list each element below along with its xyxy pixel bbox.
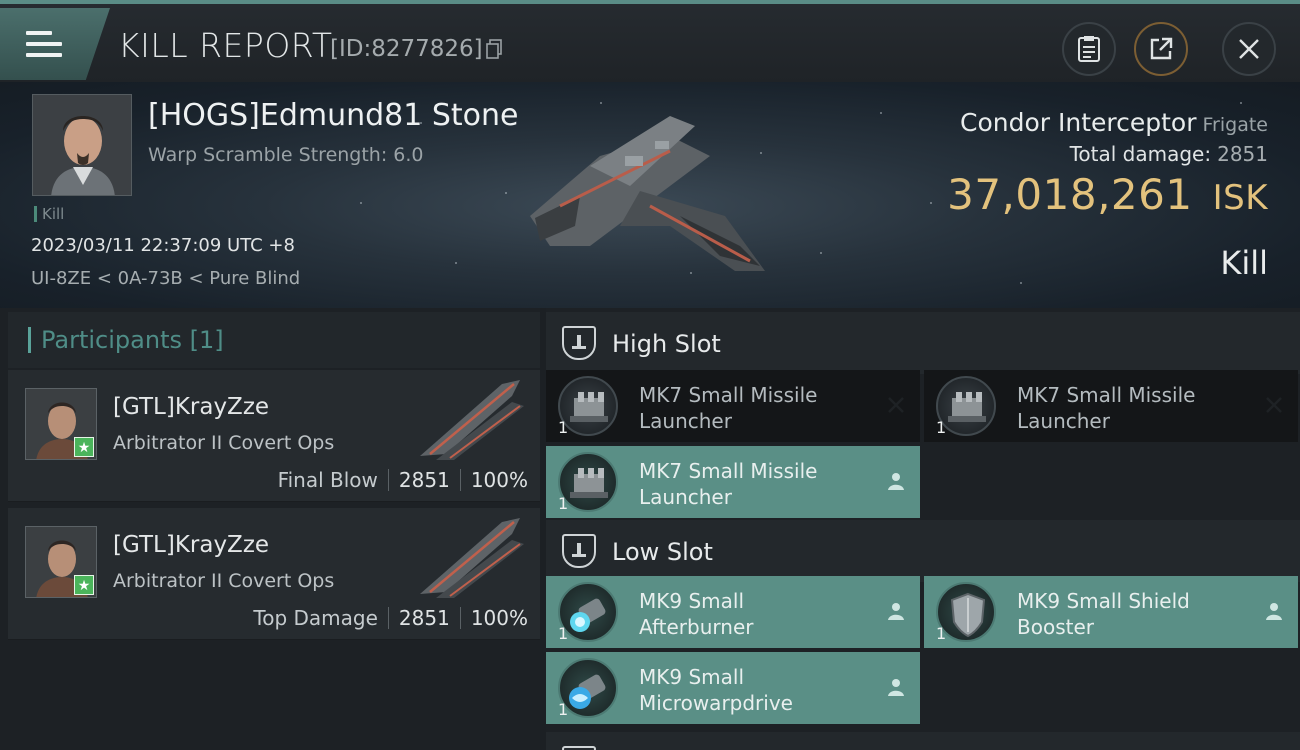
module-name-line: MK9 Small (639, 589, 744, 613)
participant-name[interactable]: [GTL]KrayZze (113, 532, 269, 558)
share-icon (1150, 37, 1173, 60)
participant-name[interactable]: [GTL]KrayZze (113, 394, 269, 420)
warp-scramble-strength: Warp Scramble Strength: 6.0 (148, 144, 424, 166)
person-icon (1266, 603, 1282, 620)
participant-row[interactable]: ★ [GTL]KrayZze Arbitrator II Covert Ops … (8, 370, 540, 502)
module-quantity: 1 (558, 700, 569, 719)
copy-icon[interactable] (486, 39, 503, 59)
module-slot[interactable]: 1 MK9 Small Shield Booster (924, 576, 1298, 648)
fitting-panel: High Slot 1 MK7 Small Missile Launcher 1… (546, 308, 1300, 750)
isk-value: 37,018,261 ISK (947, 170, 1268, 219)
person-icon (888, 473, 904, 490)
kill-location[interactable]: UI-8ZE < 0A-73B < Pure Blind (31, 268, 300, 289)
participant-ship-image[interactable] (416, 514, 528, 600)
module-name-line: Microwarpdrive (639, 691, 793, 715)
module-slot[interactable]: 1 MK9 Small Afterburner (546, 576, 920, 648)
module-quantity: 1 (558, 494, 569, 513)
participant-percent: 100% (470, 468, 528, 492)
participant-ship-image[interactable] (416, 376, 528, 462)
slot-icon (562, 326, 596, 360)
participant-ship: Arbitrator II Covert Ops (113, 432, 335, 454)
total-damage-label: Total damage: (1069, 142, 1212, 166)
kill-result: Kill (1220, 244, 1268, 282)
slot-icon (562, 746, 596, 750)
ship-class: Frigate (1202, 114, 1268, 136)
star-badge-icon: ★ (74, 437, 94, 457)
star-badge-icon: ★ (74, 575, 94, 595)
module-name-line: MK9 Small Shield (1017, 589, 1190, 613)
clipboard-button[interactable] (1062, 22, 1116, 76)
high-slot-label: High Slot (612, 330, 721, 358)
title-bar: KILL REPORT [ID:8277826] (0, 0, 1300, 82)
module-quantity: 1 (936, 624, 947, 643)
low-slot-label: Low Slot (612, 538, 713, 566)
participant-portrait[interactable]: ★ (25, 388, 97, 460)
module-name-line: MK7 Small Missile (1017, 383, 1196, 407)
participant-portrait[interactable]: ★ (25, 526, 97, 598)
participant-damage: 2851 (398, 468, 450, 492)
module-quantity: 1 (936, 418, 947, 437)
share-button[interactable] (1134, 22, 1188, 76)
module-name-line: MK9 Small (639, 665, 744, 689)
module-name: MK9 Small Shield Booster (1017, 588, 1257, 640)
victim-ship-name[interactable]: Condor Interceptor Frigate (960, 108, 1268, 137)
module-slot[interactable]: 1 MK9 Small Microwarpdrive (546, 652, 920, 724)
kill-tag: Kill (34, 206, 64, 222)
high-slot-header: High Slot (546, 312, 1300, 374)
isk-unit: ISK (1212, 178, 1268, 218)
module-quantity: 1 (558, 624, 569, 643)
slot-icon (562, 534, 596, 568)
module-slot[interactable]: 1 MK7 Small Missile Launcher (924, 370, 1298, 442)
module-slot[interactable]: 1 MK7 Small Missile Launcher (546, 370, 920, 442)
module-name: MK9 Small Microwarpdrive (639, 664, 879, 716)
close-icon (1239, 39, 1259, 59)
victim-portrait[interactable] (32, 94, 132, 196)
module-name: MK7 Small Missile Launcher (639, 458, 879, 510)
participant-stats: Top Damage 2851 100% (253, 606, 528, 630)
module-name-line: Booster (1017, 615, 1094, 639)
participant-stats: Final Blow 2851 100% (278, 468, 528, 492)
person-icon (888, 679, 904, 696)
total-damage-value: 2851 (1217, 142, 1268, 166)
menu-icon (26, 31, 62, 57)
module-name: MK9 Small Afterburner (639, 588, 879, 640)
participants-header[interactable]: Participants [1] (8, 312, 540, 368)
participant-ship: Arbitrator II Covert Ops (113, 570, 335, 592)
clipboard-icon (1078, 36, 1100, 62)
module-name: MK7 Small Missile Launcher (639, 382, 879, 434)
ship-type: Condor Interceptor (960, 108, 1197, 137)
module-slot[interactable]: 1 MK7 Small Missile Launcher (546, 446, 920, 518)
destroyed-x-icon (1266, 397, 1282, 413)
participants-title: Participants [1] (28, 327, 224, 353)
destroyed-x-icon (888, 397, 904, 413)
low-slot-header: Low Slot (546, 520, 1300, 582)
participant-damage: 2851 (398, 606, 450, 630)
kill-banner: [HOGS]Edmund81 Stone Warp Scramble Stren… (0, 82, 1300, 308)
module-quantity: 1 (558, 418, 569, 437)
page-title: KILL REPORT (118, 26, 333, 65)
kill-datetime: 2023/03/11 22:37:09 UTC +8 (31, 235, 295, 256)
close-button[interactable] (1222, 22, 1276, 76)
participant-percent: 100% (470, 606, 528, 630)
victim-ship-image[interactable] (520, 96, 780, 286)
victim-name[interactable]: [HOGS]Edmund81 Stone (148, 98, 519, 133)
damage-label: Top Damage (253, 606, 378, 630)
participants-panel: Participants [1] ★ [GTL]KrayZze Arbitrat… (0, 308, 540, 750)
module-name-line: Launcher (639, 409, 732, 433)
module-name: MK7 Small Missile Launcher (1017, 382, 1257, 434)
isk-amount: 37,018,261 (947, 170, 1193, 219)
kill-id: [ID:8277826] (330, 36, 483, 62)
module-name-line: MK7 Small Missile (639, 459, 818, 483)
total-damage: Total damage: 2851 (1070, 142, 1268, 166)
blow-label: Final Blow (277, 468, 378, 492)
participant-row[interactable]: ★ [GTL]KrayZze Arbitrator II Covert Ops … (8, 508, 540, 640)
module-name-line: Launcher (639, 485, 732, 509)
menu-button[interactable] (0, 8, 110, 80)
next-slot-header (546, 732, 1300, 750)
person-icon (888, 603, 904, 620)
module-name-line: MK7 Small Missile (639, 383, 818, 407)
module-name-line: Launcher (1017, 409, 1110, 433)
module-name-line: Afterburner (639, 615, 754, 639)
